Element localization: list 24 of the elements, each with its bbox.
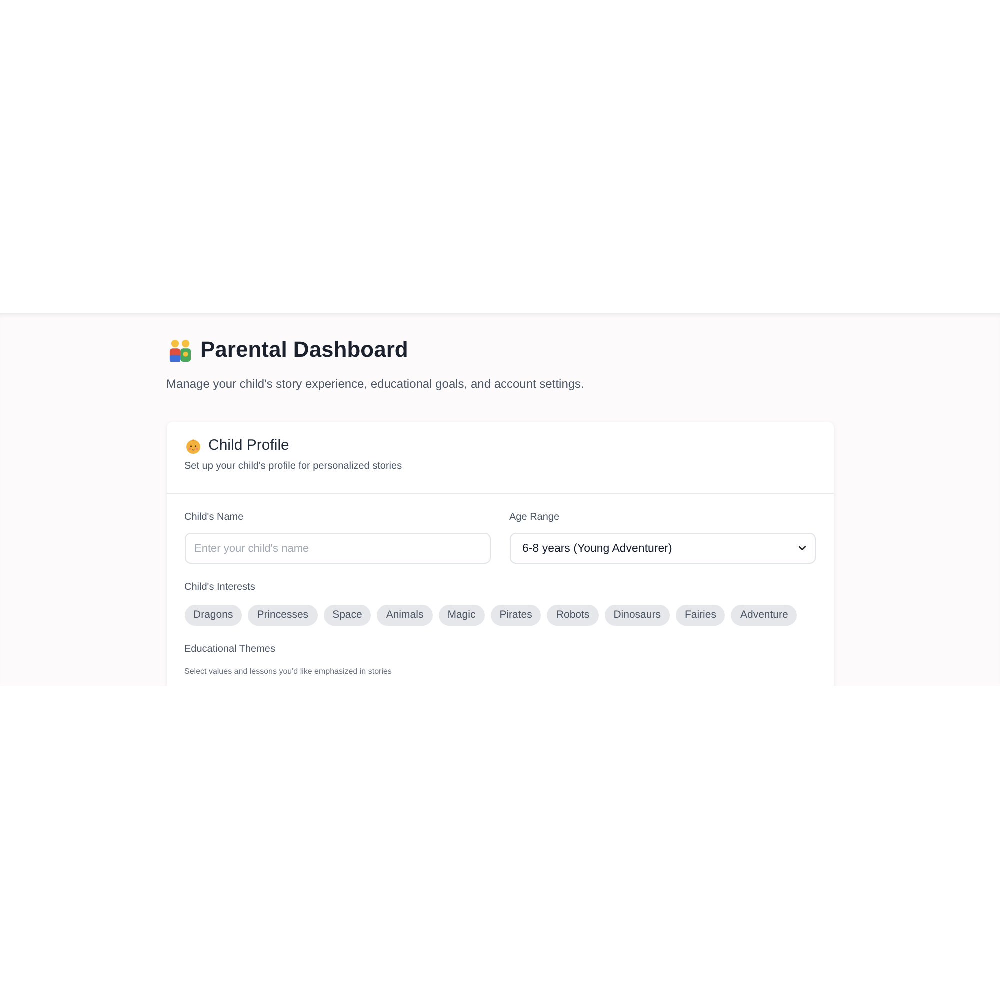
interest-chip[interactable]: Princesses: [248, 605, 318, 626]
baby-face-icon: [186, 438, 200, 454]
interest-chip[interactable]: Pirates: [490, 605, 542, 626]
age-range-select[interactable]: 6-8 years (Young Adventurer): [510, 533, 816, 564]
age-range-label: Age Range: [510, 511, 560, 525]
interest-chip[interactable]: Animals: [377, 605, 433, 626]
interest-chip[interactable]: Space: [324, 605, 372, 626]
interest-chip[interactable]: Dinosaurs: [604, 605, 670, 626]
child-name-input-field[interactable]: Enter your child's name: [184, 533, 490, 564]
interest-chip[interactable]: Fairies: [676, 605, 726, 626]
card-title: Child Profile: [208, 436, 290, 456]
two-people-icon: [168, 338, 192, 362]
educational-themes-description: Select values and lessons you'd like emphasized in stories: [184, 666, 392, 677]
interest-chip[interactable]: Magic: [438, 605, 485, 626]
educational-themes-label: Educational Themes: [184, 643, 276, 657]
chevron-down-icon: [798, 546, 806, 551]
interest-chip[interactable]: Dragons: [184, 605, 242, 626]
interests-label: Child's Interests: [184, 581, 256, 595]
interest-chip[interactable]: Robots: [547, 605, 599, 626]
child-name-label: Child's Name: [184, 511, 244, 525]
interest-chip[interactable]: Adventure: [731, 605, 798, 626]
page-title: Parental Dashboard: [200, 336, 408, 364]
card-subtitle: Set up your child's profile for personalized stories: [184, 460, 402, 474]
page-subtitle: Manage your child's story experience, educational goals, and account settings.: [166, 376, 584, 392]
